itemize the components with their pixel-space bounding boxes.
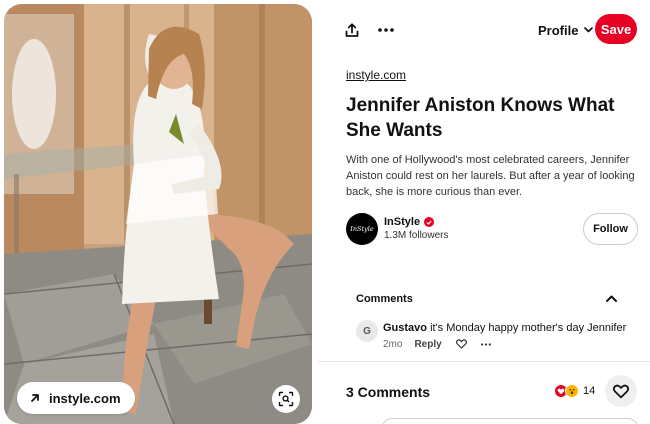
heart-outline-icon [613, 384, 629, 398]
pin-toolbar: Profile Save [318, 12, 650, 48]
share-icon [345, 22, 359, 37]
pin-photo [4, 4, 312, 424]
creator-name: InStyle [384, 216, 421, 228]
comments-header[interactable]: Comments [356, 293, 413, 305]
more-options-button[interactable] [374, 20, 398, 40]
visual-search-button[interactable] [272, 385, 300, 413]
creator-name-row[interactable]: InStyle [384, 216, 435, 228]
follow-button[interactable]: Follow [583, 213, 638, 245]
profile-label: Profile [538, 22, 579, 38]
save-button[interactable]: Save [595, 14, 637, 44]
comment-body: it's Monday happy mother's day Jennifer [430, 322, 627, 334]
source-link[interactable]: instyle.com [346, 68, 406, 82]
chevron-up-icon [605, 295, 617, 302]
comment-like-button[interactable] [455, 339, 467, 349]
visual-search-icon [278, 391, 294, 407]
footer-divider [318, 361, 650, 362]
comment-more-button[interactable] [480, 342, 491, 346]
comment-text: Gustavo it's Monday happy mother's day J… [383, 322, 626, 334]
more-icon [378, 28, 394, 32]
pin-details-panel: Profile Save instyle.com Jennifer Anisto… [318, 0, 650, 424]
comment-meta: 2mo Reply [383, 338, 491, 350]
pin-title: Jennifer Aniston Knows What She Wants [346, 95, 615, 141]
chevron-down-icon [584, 27, 594, 33]
more-icon [480, 342, 491, 346]
comments-count: 3 Comments [346, 384, 431, 400]
creator-avatar[interactable]: InStyle [346, 213, 378, 245]
comment-reply-button[interactable]: Reply [414, 339, 441, 350]
creator-avatar-logo: InStyle [350, 225, 374, 233]
arrow-up-right-icon [31, 394, 39, 402]
wow-reaction-icon [565, 384, 579, 398]
verified-icon [424, 217, 435, 227]
source-pill-label: instyle.com [49, 390, 121, 406]
share-button[interactable] [342, 20, 362, 40]
reactions-count: 14 [583, 385, 596, 397]
add-comment-input[interactable] [382, 418, 638, 424]
commenter-avatar[interactable]: G [356, 320, 378, 342]
profile-board-selector[interactable]: Profile [538, 20, 594, 40]
pin-description: With one of Hollywood's most celebrated … [346, 154, 635, 198]
react-button[interactable] [605, 375, 637, 407]
comment-author[interactable]: Gustavo [383, 322, 427, 334]
comments-collapse-button[interactable] [604, 292, 618, 304]
comment-time: 2mo [383, 338, 403, 350]
pin-image[interactable]: instyle.com [4, 4, 312, 424]
source-link-button[interactable]: instyle.com [17, 382, 135, 414]
reactions-summary[interactable]: 14 [554, 384, 595, 398]
creator-followers: 1.3M followers [384, 230, 449, 241]
heart-outline-icon [455, 339, 467, 349]
